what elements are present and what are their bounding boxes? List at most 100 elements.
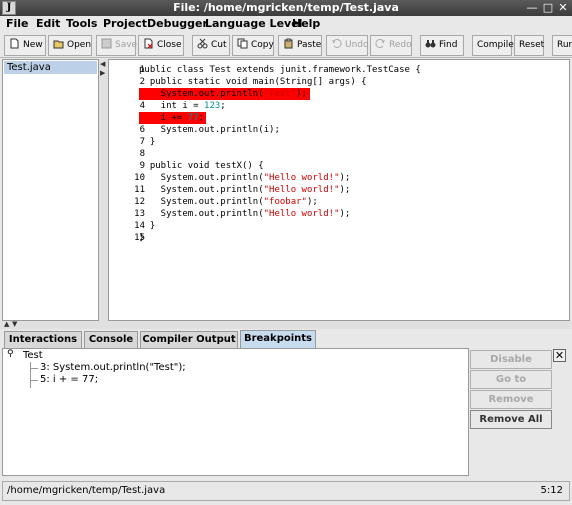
- code-token: );: [339, 173, 351, 183]
- paste-clipboard-icon: [284, 38, 293, 49]
- menu-tools[interactable]: Tools: [66, 17, 97, 30]
- code-line: }: [139, 233, 145, 243]
- code-token: int i =: [139, 101, 205, 111]
- code-token: ;: [198, 113, 205, 123]
- string-literal: "Hello world!": [263, 185, 340, 195]
- menu-debugger[interactable]: Debugger: [147, 17, 208, 30]
- close-button[interactable]: Close: [138, 35, 184, 56]
- code-token: );: [296, 89, 307, 99]
- menu-file[interactable]: File: [6, 17, 29, 30]
- compile-button[interactable]: Compile: [472, 35, 514, 56]
- open-button[interactable]: Open: [48, 35, 92, 56]
- remove-all-button[interactable]: Remove All: [470, 410, 552, 429]
- paste-button[interactable]: Paste: [278, 35, 322, 56]
- code-token: System.out.println(: [139, 209, 264, 219]
- code-line: System.out.println("Hello world!");: [139, 184, 351, 196]
- code-editor[interactable]: 1 public class Test extends junit.framewo…: [108, 59, 570, 321]
- menu-edit[interactable]: Edit: [36, 17, 60, 30]
- open-folder-icon: [53, 40, 64, 49]
- copy-icon: [237, 38, 248, 49]
- code-token: );: [339, 209, 351, 219]
- vertical-splitter[interactable]: ◀ ▶: [99, 59, 108, 321]
- menu-help[interactable]: Help: [292, 17, 320, 30]
- undo-button[interactable]: Undo: [326, 35, 369, 56]
- binoculars-icon: [425, 40, 436, 48]
- run-button[interactable]: Run: [552, 35, 572, 56]
- code-token: System.out.println(: [139, 185, 264, 195]
- minimize-icon[interactable]: —: [525, 1, 539, 15]
- number-literal: 77: [187, 113, 199, 123]
- code-line: int i = 123;: [139, 100, 226, 112]
- undo-arrow-icon: [332, 39, 342, 48]
- collapse-up-icon[interactable]: ▲: [4, 320, 9, 328]
- file-list[interactable]: Test.java: [2, 59, 99, 321]
- copy-button[interactable]: Copy: [232, 35, 274, 56]
- tree-line: [30, 368, 38, 369]
- line-number: 8: [139, 149, 145, 159]
- title-bar: J File: /home/mgricken/temp/Test.java — …: [0, 0, 572, 16]
- tab-compiler-output[interactable]: Compiler Output: [140, 331, 238, 348]
- breakpoint-root[interactable]: Test: [23, 350, 43, 361]
- expand-right-icon[interactable]: ▶: [100, 69, 105, 77]
- menu-bar: File Edit Tools Project Debugger Languag…: [0, 16, 572, 33]
- reset-button[interactable]: Reset: [514, 35, 544, 56]
- code-line: System.out.println(i);: [139, 125, 280, 135]
- close-panel-icon[interactable]: ✕: [553, 349, 566, 362]
- new-file-icon: [10, 38, 19, 49]
- tree-expand-icon[interactable]: ⚲: [7, 349, 14, 359]
- tab-breakpoints[interactable]: Breakpoints: [240, 330, 316, 348]
- string-literal: "foobar": [263, 197, 307, 207]
- status-file-path: /home/mgricken/temp/Test.java: [7, 485, 166, 496]
- menu-language-level[interactable]: Language Level: [205, 17, 302, 30]
- menu-project[interactable]: Project: [103, 17, 147, 30]
- string-literal: "Hello world!": [263, 209, 340, 219]
- code-token: System.out.println(: [139, 173, 264, 183]
- breakpoint-item[interactable]: 3: System.out.println("Test");: [40, 362, 186, 373]
- tab-bar: Interactions Console Compiler Output Bre…: [0, 330, 572, 348]
- string-literal: "Test": [263, 89, 297, 99]
- toolbar: New Open Save Close Cut Copy Paste Undo …: [0, 33, 572, 58]
- code-token: ;: [220, 101, 226, 111]
- code-line: }: [139, 221, 156, 231]
- code-line: System.out.println("Hello world!");: [139, 172, 351, 184]
- file-item-test-java[interactable]: Test.java: [4, 61, 97, 74]
- code-line: public void testX() {: [139, 161, 264, 171]
- code-line: System.out.println("Test");: [139, 88, 307, 100]
- save-button[interactable]: Save: [96, 35, 137, 56]
- remove-button[interactable]: Remove: [470, 390, 552, 409]
- code-line: public class Test extends junit.framewor…: [139, 65, 421, 75]
- code-line: System.out.println("foobar");: [139, 196, 318, 208]
- close-window-icon[interactable]: ✕: [556, 1, 570, 15]
- maximize-icon[interactable]: □: [541, 1, 555, 15]
- status-bar: /home/mgricken/temp/Test.java 5:12: [2, 481, 570, 501]
- code-token: );: [306, 197, 318, 207]
- code-token: );: [339, 185, 351, 195]
- redo-button[interactable]: Redo: [370, 35, 412, 56]
- code-token: System.out.println(: [139, 197, 264, 207]
- goto-button[interactable]: Go to: [470, 370, 552, 389]
- string-literal: "Hello world!": [263, 173, 340, 183]
- number-literal: 123: [204, 101, 221, 111]
- new-button[interactable]: New: [4, 35, 46, 56]
- close-file-icon: [144, 38, 153, 49]
- expand-down-icon[interactable]: ▼: [12, 320, 17, 328]
- save-disk-icon: [101, 38, 112, 49]
- window-title: File: /home/mgricken/temp/Test.java: [173, 1, 399, 14]
- code-line: }: [139, 137, 156, 147]
- breakpoint-item[interactable]: 5: i + = 77;: [40, 374, 98, 385]
- redo-arrow-icon: [375, 39, 385, 48]
- cut-button[interactable]: Cut: [192, 35, 230, 56]
- horizontal-splitter[interactable]: ▲ ▼: [0, 320, 572, 329]
- code-token: i +=: [139, 113, 188, 123]
- collapse-left-icon[interactable]: ◀: [100, 60, 105, 68]
- tree-line: [30, 380, 38, 381]
- tree-line: [30, 362, 31, 388]
- code-line: public static void main(String[] args) {: [139, 77, 367, 87]
- tab-interactions[interactable]: Interactions: [4, 331, 82, 348]
- tab-console[interactable]: Console: [84, 331, 138, 348]
- find-button[interactable]: Find: [420, 35, 464, 56]
- breakpoints-tree[interactable]: ⚲ Test 3: System.out.println("Test"); 5:…: [2, 348, 469, 476]
- code-token: System.out.println(: [139, 89, 264, 99]
- disable-button[interactable]: Disable: [470, 350, 552, 369]
- scissors-icon: [197, 38, 208, 49]
